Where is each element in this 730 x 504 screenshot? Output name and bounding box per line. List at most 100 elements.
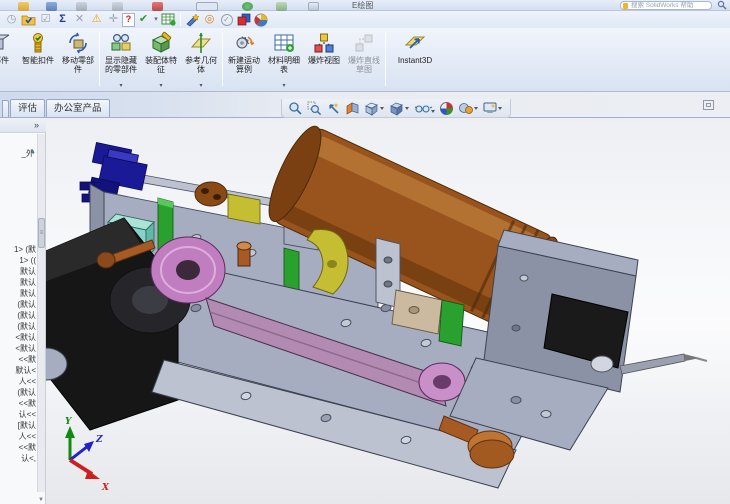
zoom-fit-icon[interactable] xyxy=(286,100,305,117)
tree-item[interactable]: <<默 xyxy=(0,442,36,453)
triad-z-label: Z xyxy=(95,435,103,445)
equations-icon[interactable]: Σ xyxy=(54,12,71,27)
main-content: » _外 ▲ ≡ 1> (默 1> (( 默认 默认 默认 (默认 (默认 (默… xyxy=(0,118,730,504)
cmd-assembly-features[interactable]: 装配体特征 ▾ xyxy=(141,28,181,90)
triad-x-label: X xyxy=(101,483,110,493)
view-orientation-icon[interactable] xyxy=(362,100,387,117)
grid-icon[interactable] xyxy=(276,2,287,11)
help-doc-icon[interactable]: ? xyxy=(122,12,135,27)
tree-item[interactable]: <默认 xyxy=(0,343,36,354)
tree-item[interactable]: (默认 xyxy=(0,321,36,332)
panel-expander[interactable]: » xyxy=(0,118,46,133)
section-view-icon[interactable] xyxy=(343,100,362,117)
tree-item[interactable]: <<默 xyxy=(0,354,36,365)
flyout-arrow: ▾ xyxy=(282,83,286,89)
view-settings-icon[interactable] xyxy=(481,100,506,117)
graphics-viewport[interactable]: Y Z X xyxy=(46,118,730,504)
apply-scene-icon[interactable] xyxy=(456,100,481,117)
cmd-move-component[interactable]: 移动零部件 xyxy=(58,28,98,90)
cmd-instant3d[interactable]: Instant3D xyxy=(387,28,443,90)
tree-scrollbar[interactable]: ≡ xyxy=(37,134,45,492)
tree-item[interactable]: 默认 xyxy=(0,288,36,299)
search-input[interactable]: 搜索 SolidWorks 帮助 xyxy=(620,1,712,10)
dropdown-icon[interactable]: ▾ xyxy=(152,12,160,27)
tree-item[interactable]: 默认< xyxy=(0,365,36,376)
standard-toolbar: ◷ ☑ Σ ✕ ⚠ ✛ ? ✔ ▾ ◎ ✓ xyxy=(0,11,730,28)
print-icon[interactable] xyxy=(76,2,87,11)
rebuild-icon[interactable] xyxy=(152,2,163,11)
tab-office-products[interactable]: 办公室产品 xyxy=(46,99,110,117)
cmd-reference-geometry[interactable]: 参考几何体 ▾ xyxy=(181,28,221,90)
hide-show-items-icon[interactable] xyxy=(412,100,437,117)
tree-item[interactable]: (默认 xyxy=(0,310,36,321)
scroll-down-icon[interactable]: ▼ xyxy=(38,497,44,503)
warning-icon[interactable]: ⚠ xyxy=(88,12,105,27)
solidworks-window: E绘图 搜索 SolidWorks 帮助 ◷ ☑ Σ ✕ ⚠ ✛ ? ✔ ▾ ◎… xyxy=(0,0,730,504)
tree-item[interactable]: 认<< xyxy=(0,409,36,420)
part-shaft[interactable] xyxy=(619,353,708,375)
part-pulley-lower[interactable] xyxy=(418,362,466,402)
scroll-up-icon[interactable]: ▲ xyxy=(29,148,36,155)
cmd-smart-fasteners[interactable]: 智能扣件 xyxy=(18,28,58,90)
select-checkbox-icon[interactable]: ☑ xyxy=(37,12,54,27)
tree-item[interactable]: 默认 xyxy=(0,266,36,277)
assembly-model[interactable]: Y Z X xyxy=(46,118,730,504)
history-icon[interactable]: ◷ xyxy=(3,12,20,27)
cmd-insert-component[interactable]: 零部件 xyxy=(0,28,18,90)
flyout-arrow: ▾ xyxy=(159,83,163,89)
verify-icon[interactable]: ✔ xyxy=(135,12,152,27)
sheet-icon[interactable] xyxy=(308,2,319,11)
motion-rings-icon[interactable]: ◎ xyxy=(201,12,218,27)
tree-item[interactable]: <默认 xyxy=(0,332,36,343)
part-pulley-magenta[interactable] xyxy=(150,236,226,304)
part-coupling[interactable] xyxy=(194,181,228,207)
design-binder-icon[interactable] xyxy=(20,12,37,27)
tab-fragment[interactable] xyxy=(2,100,9,117)
ribbon-separator xyxy=(99,32,100,86)
save-icon[interactable] xyxy=(46,2,57,11)
tree-item[interactable]: 1> (( xyxy=(0,255,36,266)
flyout-arrow: ▾ xyxy=(199,83,203,89)
tree-item[interactable]: (默认 xyxy=(0,299,36,310)
tree-item[interactable]: 人<< xyxy=(0,376,36,387)
part-green-block[interactable] xyxy=(438,299,465,347)
zoom-area-icon[interactable] xyxy=(305,100,324,117)
align-icon[interactable]: ✛ xyxy=(105,12,122,27)
feature-tree-items: 1> (默 1> (( 默认 默认 默认 (默认 (默认 (默认 <默认 <默认… xyxy=(0,244,36,464)
feature-manager-panel: » _外 ▲ ≡ 1> (默 1> (( 默认 默认 默认 (默认 (默认 (默… xyxy=(0,118,46,504)
tree-item[interactable]: <<默 xyxy=(0,398,36,409)
bom-table-icon[interactable] xyxy=(160,12,177,27)
scrollbar-thumb[interactable]: ≡ xyxy=(38,218,45,248)
tree-item[interactable]: 1> (默 xyxy=(0,244,36,255)
cmd-show-hidden-components[interactable]: 显示隐藏的零部件 ▾ xyxy=(101,28,141,90)
open-icon[interactable] xyxy=(18,2,29,11)
command-manager: 零部件 智能扣件 移动零部件 显示隐藏的零部件 ▾ 装配体特征 ▾ 参考几何体 … xyxy=(0,28,730,92)
tree-item[interactable]: 默认 xyxy=(0,277,36,288)
search-placeholder: 搜索 SolidWorks 帮助 xyxy=(631,2,694,9)
interference-icon[interactable]: ✕ xyxy=(71,12,88,27)
color-dot-icon[interactable] xyxy=(242,2,253,11)
viewport-restore-icon[interactable] xyxy=(703,100,714,110)
search-icon[interactable] xyxy=(717,0,727,10)
flow-sphere-icon[interactable] xyxy=(252,12,269,27)
part-brass-fitting[interactable] xyxy=(236,241,252,267)
select-tool-icon[interactable] xyxy=(196,2,218,11)
tree-item[interactable]: 认<, xyxy=(0,453,36,464)
simulation-boxes-icon[interactable] xyxy=(235,12,252,27)
titlebar: E绘图 搜索 SolidWorks 帮助 xyxy=(0,0,730,11)
undo-icon[interactable] xyxy=(112,2,123,11)
cmd-explode-line-sketch[interactable]: 爆炸直线草图 xyxy=(344,28,384,90)
check-circle-icon[interactable]: ✓ xyxy=(218,12,235,27)
tree-item[interactable]: (默认 xyxy=(0,387,36,398)
tree-item[interactable]: [默认 xyxy=(0,420,36,431)
cmd-bill-of-materials[interactable]: 材料明细表 ▾ xyxy=(264,28,304,90)
photoview-icon[interactable] xyxy=(184,12,201,27)
commandmanager-tabs: 评估 办公室产品 xyxy=(2,99,111,117)
tree-item[interactable]: 人<< xyxy=(0,431,36,442)
cmd-exploded-view[interactable]: 爆炸视图 xyxy=(304,28,344,90)
previous-view-icon[interactable] xyxy=(324,100,343,117)
tab-evaluate[interactable]: 评估 xyxy=(10,99,46,117)
edit-appearance-icon[interactable] xyxy=(437,100,456,117)
cmd-new-motion-study[interactable]: 新建运动算例 xyxy=(224,28,264,90)
display-style-icon[interactable] xyxy=(387,100,412,117)
